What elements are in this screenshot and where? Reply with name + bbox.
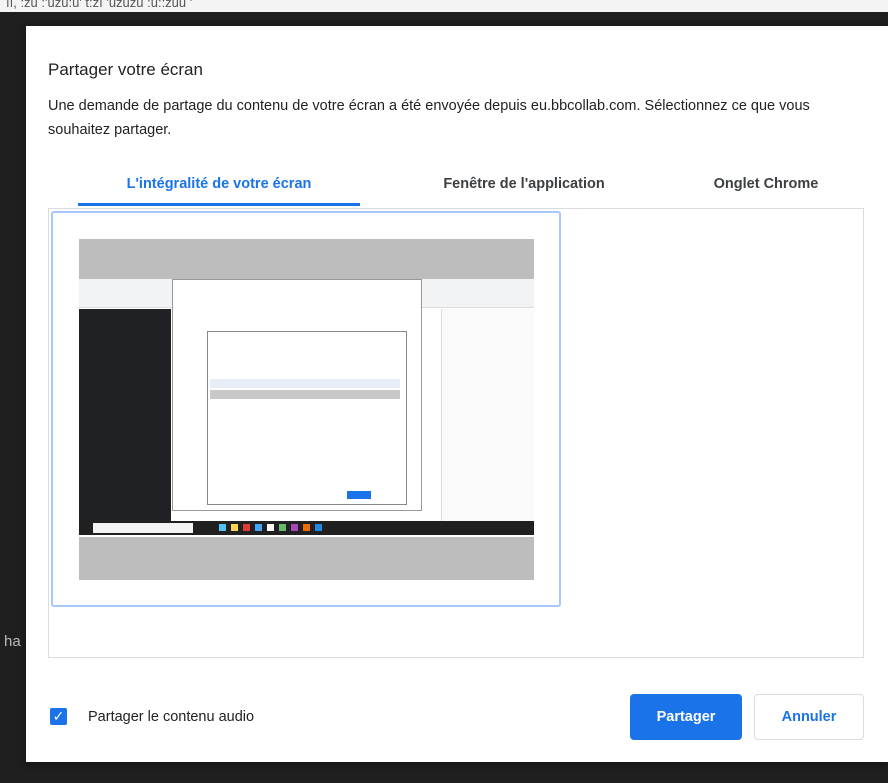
audio-label: Partager le contenu audio (88, 709, 255, 725)
background-text: ıı, :zu :'uzu:u' t:zı 'uzuzu :u::zuu ' (6, 0, 193, 10)
dialog-description: Une demande de partage du contenu de vot… (48, 98, 810, 138)
tab-content-panel (48, 208, 864, 658)
screen-tile[interactable] (51, 211, 561, 607)
tab-chrome-tab[interactable]: Onglet Chrome (668, 166, 864, 206)
screen-thumbnail (79, 239, 534, 580)
tab-application-window[interactable]: Fenêtre de l'application (388, 166, 660, 206)
audio-checkbox[interactable]: ✓ (50, 708, 67, 725)
dialog-title: Partager votre écran (48, 60, 203, 79)
tab-bar: L'intégralité de votre écran Fenêtre de … (48, 166, 864, 206)
cancel-button[interactable]: Annuler (754, 694, 864, 740)
share-button[interactable]: Partager (630, 694, 742, 740)
tab-entire-screen[interactable]: L'intégralité de votre écran (78, 166, 360, 206)
share-screen-dialog: Partager votre écran Une demande de part… (26, 26, 888, 762)
background-window-strip: ıı, :zu :'uzu:u' t:zı 'uzuzu :u::zuu ' (0, 0, 888, 12)
background-left-text: ha (4, 633, 21, 650)
check-icon: ✓ (52, 708, 65, 724)
